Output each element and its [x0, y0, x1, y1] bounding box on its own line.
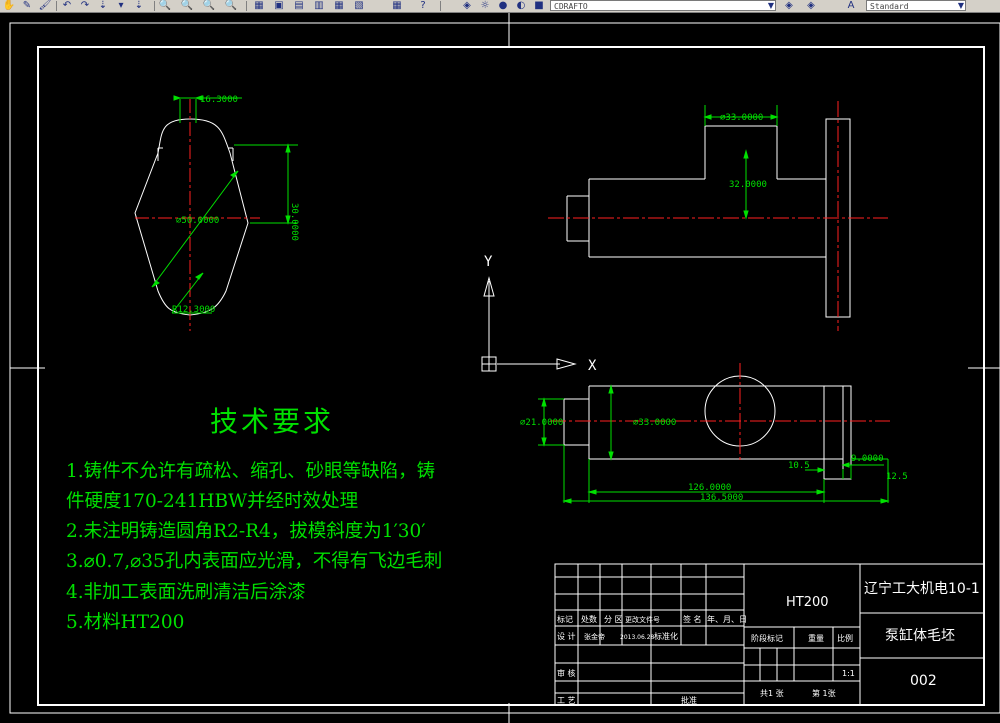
- approve-label: 批准: [681, 695, 697, 705]
- grid-icon[interactable]: ▦: [390, 0, 404, 12]
- review-label: 审 核: [557, 668, 576, 678]
- sheets-total-label: 共1 张: [760, 689, 784, 698]
- header-signature: 签 名: [683, 614, 702, 624]
- design-center-icon[interactable]: 🔍: [202, 0, 216, 12]
- left-dimensions: 16.3000 30.0000 ⌀50.0000 R12.3000: [151, 95, 299, 315]
- scale-value: 1:1: [842, 669, 855, 678]
- dim-diameter-label: ⌀50.0000: [176, 216, 219, 226]
- redo-icon[interactable]: ↷: [78, 0, 92, 12]
- drawing-no-label: 002: [910, 673, 937, 689]
- requirement-line-4: 3.⌀0.7,⌀35孔内表面应光滑，不得有飞边毛刺: [66, 551, 443, 572]
- layer-state-icon[interactable]: ▣: [272, 0, 286, 12]
- chevron-down-icon[interactable]: ▼: [954, 0, 968, 12]
- title-block: HT200 辽宁工大机电10-1 泵缸体毛坯 002 标记 处数 分 区 更改文…: [554, 563, 985, 706]
- style-combo-value: Standard: [870, 2, 909, 11]
- school-label: 辽宁工大机电10-1: [864, 580, 980, 597]
- ucs-y-label: Y: [484, 254, 493, 270]
- layers-icon[interactable]: ◈: [460, 0, 474, 12]
- tech-requirements-title: 技术要求: [210, 405, 335, 438]
- pan-icon[interactable]: ✋: [2, 0, 16, 12]
- design-date: 2013.06.28: [620, 634, 655, 641]
- weight-label: 重量: [808, 633, 824, 643]
- dim-12-5-label: 12.5: [886, 472, 908, 482]
- dim-136-5-label: 136.5000: [700, 493, 743, 503]
- pencil-icon[interactable]: ✎: [20, 0, 34, 12]
- ucs-x-label: X: [588, 358, 597, 374]
- top-view: ⌀33.0000 32.0000: [548, 101, 888, 331]
- match-layer-icon[interactable]: ▧: [352, 0, 366, 12]
- requirement-line-6: 5.材料HT200: [66, 612, 185, 633]
- sun-icon[interactable]: ●: [496, 0, 510, 12]
- header-date: 年、月、日: [707, 614, 747, 624]
- zoom-window-icon[interactable]: ⇣: [132, 0, 146, 12]
- dim-top-height-label: 32.0000: [729, 180, 767, 190]
- part-name-label: 泵缸体毛坯: [885, 627, 955, 644]
- layer-tools-icon[interactable]: ◈: [804, 0, 818, 12]
- bulb-icon[interactable]: ☼: [478, 0, 492, 12]
- undo-icon[interactable]: ↶: [60, 0, 74, 12]
- material-label: HT200: [786, 595, 829, 610]
- ucs-icon: Y X: [481, 254, 597, 374]
- requirement-line-5: 4.非加工表面洗刷清洁后涂漆: [66, 582, 306, 603]
- calculator-icon[interactable]: ▦: [252, 0, 266, 12]
- dim-height-label: 30.0000: [289, 203, 299, 241]
- lock-icon[interactable]: ◐: [514, 0, 528, 12]
- standardize-label: 标准化: [654, 631, 678, 641]
- sheet-no-label: 第 1张: [812, 688, 836, 698]
- properties-icon[interactable]: 🔍: [180, 0, 194, 12]
- designer-name: 张金帝: [584, 632, 605, 641]
- tool-palettes-icon[interactable]: 🔍: [224, 0, 238, 12]
- dim-126-label: 126.0000: [688, 483, 731, 493]
- stage-label: 阶段标记: [751, 633, 783, 643]
- zoom-previous-icon[interactable]: 🔍: [158, 0, 172, 12]
- dim-10-5-label: 10.5: [788, 461, 810, 471]
- header-zone: 分 区: [604, 615, 623, 624]
- help-icon[interactable]: ?: [416, 0, 430, 12]
- zoom-realtime-icon[interactable]: ▾: [114, 0, 128, 12]
- scale-label: 比例: [837, 633, 853, 643]
- color-square-icon[interactable]: ■: [532, 0, 546, 12]
- toolbar: ✋ ✎ 🖌 ↶ ↷ ⇣ ▾ ⇣ 🔍 🔍 🔍 🔍 ▦ ▣ ▤ ▥ ▦ ▧ ▦ ? …: [0, 0, 1000, 13]
- design-label: 设 计: [557, 631, 576, 641]
- left-view: 16.3000 30.0000 ⌀50.0000 R12.3000: [134, 95, 299, 331]
- header-count: 处数: [581, 614, 597, 624]
- snap-icon[interactable]: ⇣: [96, 0, 110, 12]
- layer-color-icon[interactable]: ▤: [292, 0, 306, 12]
- requirement-line-2: 件硬度170-241HBW并经时效处理: [66, 491, 359, 512]
- dim-top-diameter-label: ⌀33.0000: [720, 113, 763, 123]
- dim-radius-label: R12.3000: [172, 305, 215, 315]
- dim-front-center-diameter-label: ⌀33.0000: [633, 418, 676, 428]
- style-combo[interactable]: Standard: [866, 0, 966, 11]
- layer-manager-icon[interactable]: ▦: [332, 0, 346, 12]
- layer-combo[interactable]: CDRAFTO: [550, 0, 776, 11]
- match-properties-icon[interactable]: 🖌: [38, 0, 52, 12]
- process-label: 工 艺: [557, 696, 576, 705]
- dim-front-left-diameter-label: ⌀21.0000: [520, 418, 563, 428]
- header-change-doc: 更改文件号: [625, 615, 660, 624]
- header-mark: 标记: [557, 614, 573, 624]
- dim-width-label: 16.3000: [200, 95, 238, 105]
- chevron-down-icon[interactable]: ▼: [764, 0, 778, 12]
- dim-9-label: 9.0000: [851, 454, 884, 464]
- requirement-line-1: 1.铸件不允许有疏松、缩孔、砂眼等缺陷，铸: [66, 461, 436, 482]
- layer-combo-value: CDRAFTO: [554, 2, 588, 11]
- text-style-icon[interactable]: A: [844, 0, 858, 12]
- style-icon[interactable]: ▥: [312, 0, 326, 12]
- requirement-line-3: 2.未注明铸造圆角R2-R4，拔模斜度为1′30′: [66, 521, 426, 542]
- front-view: ⌀21.0000 ⌀33.0000 10.5 9.0000 12.5 126.0…: [520, 363, 908, 504]
- layer-previous-icon[interactable]: ◈: [782, 0, 796, 12]
